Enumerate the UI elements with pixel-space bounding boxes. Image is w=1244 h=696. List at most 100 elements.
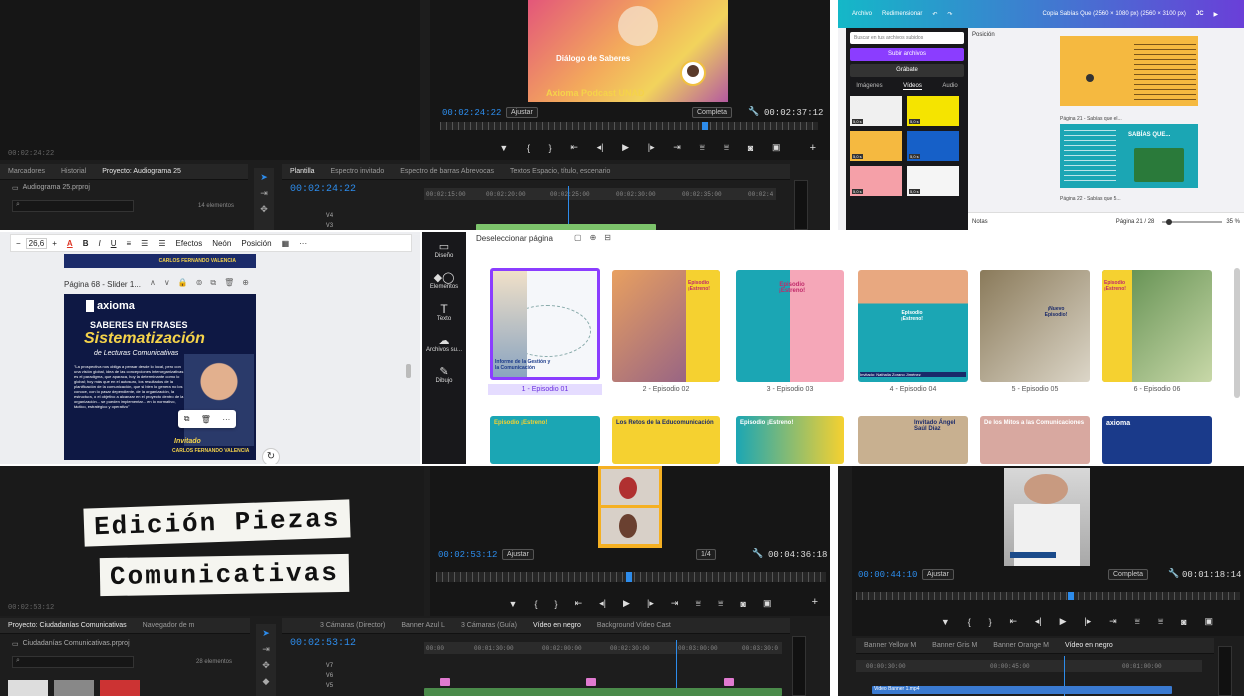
tab-videos[interactable]: Vídeos (903, 83, 922, 90)
previous-page-strip[interactable]: CARLOS FERNANDO VALENCIA (64, 254, 256, 268)
episode-10-thumb[interactable]: Invitado Ángel Saúl Díaz (858, 416, 968, 464)
notes-button[interactable]: Notas (972, 219, 988, 225)
in-point-icon[interactable]: { (534, 599, 537, 609)
ripple-edit-icon[interactable]: ✥ (260, 660, 272, 672)
tab-banner-yellow[interactable]: Banner Yellow M (856, 642, 924, 649)
lock-icon[interactable]: 🔒 (178, 278, 188, 288)
timeline-clip[interactable] (586, 678, 596, 686)
position-button[interactable]: Posición (236, 239, 276, 248)
step-forward-icon[interactable]: |▸ (648, 142, 655, 153)
menu-archivo[interactable]: Archivo (852, 11, 872, 17)
step-forward-icon[interactable]: |▸ (647, 598, 654, 609)
timeline-clip[interactable] (424, 688, 782, 696)
rail-design[interactable]: ▭ Diseño (422, 240, 466, 259)
quality-select[interactable]: Completa (1108, 569, 1148, 580)
font-size-value[interactable]: 26,6 (25, 237, 48, 249)
tab-project[interactable]: Proyecto: Audiograma 25 (94, 168, 189, 175)
wrench-icon[interactable]: 🔧 (1168, 568, 1179, 579)
vertical-scrollbar[interactable] (406, 364, 411, 378)
bold-icon[interactable]: B (78, 239, 94, 248)
timeline-ruler[interactable]: 00:00 00:01:30:00 00:02:00:00 00:02:30:0… (424, 642, 782, 654)
grid-scrollbar[interactable] (1234, 268, 1240, 398)
tab-video-negro[interactable]: Vídeo en negro (525, 622, 589, 629)
episode-08-thumb[interactable]: Los Retos de la Educomunicación (612, 416, 720, 464)
project-search-input[interactable]: ⌕ (12, 656, 134, 668)
rail-draw[interactable]: ✎ Dibujo (422, 365, 466, 384)
add-page-icon[interactable]: ⊕ (590, 233, 597, 242)
redo-icon[interactable]: ↷ (947, 11, 952, 18)
episode-05-thumb[interactable]: ¡Nuevo Episodio! (980, 270, 1090, 382)
wrench-icon[interactable]: 🔧 (748, 106, 759, 117)
play-icon[interactable]: ▶ (1060, 616, 1067, 627)
program-scrubber[interactable] (436, 572, 826, 582)
effects-button[interactable]: Efectos (171, 239, 208, 248)
tab-espectro-barras[interactable]: Espectro de barras Abrevocas (392, 168, 502, 175)
episode-04-thumb[interactable]: Episodio ¡Estreno! Invitado: Nathalia Zo… (858, 270, 968, 382)
fit-select[interactable]: Ajustar (502, 549, 534, 560)
slider-page-68[interactable]: axioma SABERES EN FRASES Sistematización… (64, 294, 256, 460)
add-page-icon[interactable]: ⊕ (242, 278, 249, 288)
camera-icon[interactable]: ◙ (748, 143, 753, 153)
out-point-icon[interactable]: } (989, 617, 992, 627)
quality-select[interactable]: 1/4 (696, 549, 716, 560)
deselect-page[interactable]: Deseleccionar página (476, 234, 553, 243)
list-icon[interactable]: ☰ (136, 239, 153, 248)
out-point-icon[interactable]: } (549, 143, 552, 153)
text-color-icon[interactable]: A (62, 239, 78, 248)
episode-02-thumb[interactable]: Episodio ¡Estreno! (612, 270, 720, 382)
tab-media-browser[interactable]: Navegador de m (135, 622, 203, 629)
copy-page-icon[interactable]: ▢ (574, 233, 582, 242)
step-back-icon[interactable]: ◂| (597, 142, 604, 153)
tab-video-negro[interactable]: Vídeo en negro (1057, 642, 1121, 649)
hide-icon[interactable]: ⊚ (196, 278, 203, 288)
marker-icon[interactable]: ▼ (941, 617, 950, 627)
program-scrubber[interactable] (440, 122, 818, 130)
delete-element-icon[interactable]: 🗑 (201, 415, 211, 424)
tab-markers[interactable]: Marcadores (0, 168, 53, 175)
track-v3[interactable]: V3 (326, 222, 333, 229)
camera-icon[interactable]: ◙ (740, 599, 745, 609)
menu-redimensionar[interactable]: Redimensionar (882, 11, 922, 17)
track-v4[interactable]: V4 (326, 212, 333, 219)
tab-banner-gris[interactable]: Banner Gris M (924, 642, 985, 649)
project-search-input[interactable]: ⌕ (12, 200, 134, 212)
tab-textos[interactable]: Textos Espacio, título, escenario (502, 168, 618, 175)
extract-icon[interactable]: ⩸ (1158, 616, 1163, 627)
marker-icon[interactable]: ▼ (509, 599, 518, 609)
rail-uploads[interactable]: ☁ Archivos su... (422, 334, 466, 353)
step-back-icon[interactable]: ◂| (599, 598, 606, 609)
track-v5[interactable]: V5 (326, 682, 333, 689)
copy-element-icon[interactable]: ⧉ (184, 414, 190, 424)
video-thumb[interactable]: 5,0 s (850, 166, 902, 196)
tab-3-camaras-guia[interactable]: 3 Cámaras (Guía) (453, 622, 525, 629)
underline-icon[interactable]: U (106, 239, 122, 248)
page-down-icon[interactable]: ∨ (164, 278, 170, 288)
trash-page-icon[interactable]: ⊟ (604, 233, 611, 242)
go-to-in-icon[interactable]: ⇤ (1009, 616, 1017, 627)
transparency-icon[interactable]: ▦ (277, 239, 295, 248)
export-frame-icon[interactable]: ▣ (1204, 616, 1213, 627)
undo-icon[interactable]: ↶ (932, 11, 937, 18)
timeline-clip[interactable] (440, 678, 450, 686)
add-button-icon[interactable]: + (812, 596, 818, 608)
razor-icon[interactable]: ◆ (260, 676, 272, 688)
episode-11-thumb[interactable]: De los Mitos a las Comunicaciones (980, 416, 1090, 464)
video-thumb[interactable]: 5,0 s (850, 131, 902, 161)
selection-tool-icon[interactable]: ➤ (260, 628, 272, 640)
marker-icon[interactable]: ▼ (499, 143, 508, 153)
spacing-icon[interactable]: ☰ (153, 239, 170, 248)
go-to-in-icon[interactable]: ⇤ (575, 598, 583, 609)
lift-icon[interactable]: ⩸ (695, 598, 700, 609)
canvas-page-20[interactable] (1060, 36, 1198, 106)
camera-icon[interactable]: ◙ (1181, 617, 1186, 627)
font-size-increase[interactable]: + (47, 239, 62, 248)
out-point-icon[interactable]: } (555, 599, 558, 609)
in-point-icon[interactable]: { (968, 617, 971, 627)
export-frame-icon[interactable]: ▣ (763, 598, 772, 609)
upload-search-input[interactable]: Buscar en tus archivos subidos (850, 32, 964, 44)
video-thumb[interactable]: 5,0 s (850, 96, 902, 126)
video-thumb[interactable]: 5,0 s (907, 131, 959, 161)
fit-select[interactable]: Ajustar (922, 569, 954, 580)
go-to-out-icon[interactable]: ⇥ (1109, 616, 1117, 627)
extract-icon[interactable]: ⩸ (724, 142, 729, 153)
